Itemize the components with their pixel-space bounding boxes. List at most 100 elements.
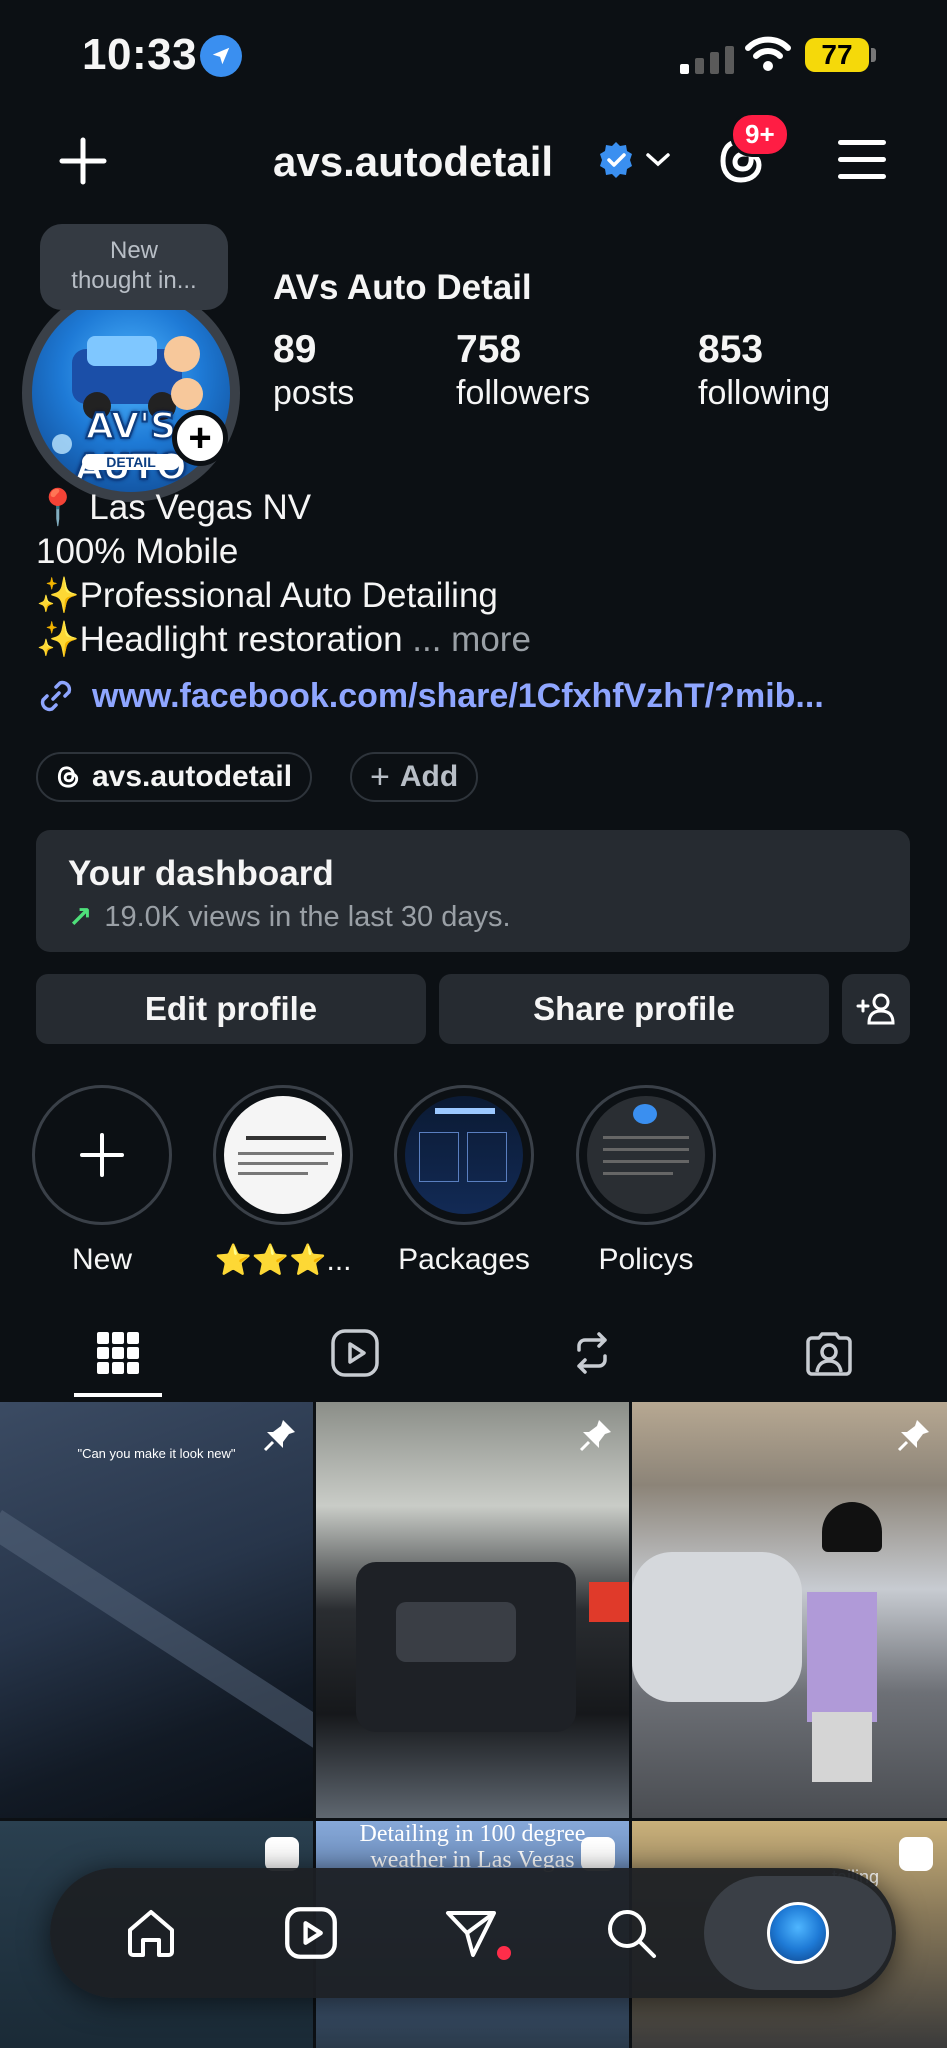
stat-following-value: 853 <box>698 328 764 371</box>
highlight-label: ⭐⭐⭐... <box>214 1244 352 1277</box>
add-link-chip[interactable]: + Add <box>350 752 479 802</box>
highlight-reviews[interactable]: ⭐⭐⭐... <box>213 1085 353 1278</box>
profile-tabs <box>0 1305 947 1401</box>
bio-line: 100% Mobile <box>36 532 239 571</box>
highlight-thumbnail <box>224 1096 342 1214</box>
threads-profile-chip[interactable]: avs.autodetail <box>36 752 313 802</box>
link-icon <box>40 680 72 712</box>
profile-avatar[interactable]: AV'S AUTO DETAIL <box>22 284 240 502</box>
grid-post[interactable] <box>316 1402 629 1818</box>
bio-more-link[interactable]: ... more <box>412 620 531 659</box>
notification-badge: 9+ <box>730 112 790 157</box>
cellular-signal-icon <box>680 44 734 74</box>
bio-line-text: ✨Headlight restoration <box>36 620 403 659</box>
dashboard-title: Your dashboard <box>68 854 334 893</box>
battery-indicator: 77 <box>805 38 869 72</box>
bottom-navigation <box>50 1868 896 1998</box>
reels-icon <box>331 1329 379 1377</box>
tab-reposts[interactable] <box>474 1305 710 1401</box>
highlight-circle <box>394 1085 534 1225</box>
account-switcher-username[interactable]: avs.autodetail <box>273 138 553 186</box>
highlight-policys[interactable]: Policys <box>576 1085 716 1277</box>
stat-following-label: following <box>698 374 831 412</box>
bio-line-last: ✨Headlight restoration ... more <box>36 618 531 662</box>
highlight-label: Policys <box>598 1243 694 1276</box>
threads-chip-label: avs.autodetail <box>92 760 293 793</box>
menu-icon[interactable] <box>838 140 886 191</box>
professional-dashboard[interactable]: Your dashboard ↗ 19.0K views in the last… <box>36 830 910 952</box>
chevron-down-icon[interactable] <box>644 150 672 175</box>
highlight-thumbnail <box>587 1096 705 1214</box>
nav-search[interactable] <box>566 1868 696 1998</box>
dashboard-subtitle: 19.0K views in the last 30 days. <box>104 901 511 933</box>
repost-icon <box>577 1332 607 1374</box>
grid-icon <box>97 1332 139 1374</box>
thought-bubble-line2: thought in... <box>71 267 197 294</box>
stat-posts[interactable]: 89 posts <box>273 328 354 413</box>
nav-home[interactable] <box>86 1868 216 1998</box>
plus-icon: + <box>370 757 390 796</box>
pin-icon <box>895 1416 933 1459</box>
grid-post[interactable]: "Can you make it look new" <box>0 1402 313 1818</box>
website-link[interactable]: www.facebook.com/share/1CfxhfVzhT/?mib..… <box>36 676 824 716</box>
home-icon <box>128 1910 174 1957</box>
bio-line: ✨Professional Auto Detailing <box>36 576 498 615</box>
tab-grid[interactable] <box>0 1305 236 1401</box>
tab-reels[interactable] <box>237 1305 473 1401</box>
threads-small-icon <box>57 766 79 788</box>
highlight-circle <box>576 1085 716 1225</box>
send-icon <box>446 1911 496 1957</box>
edit-profile-button[interactable]: Edit profile <box>36 974 426 1044</box>
tab-tagged[interactable] <box>711 1305 947 1401</box>
highlight-thumbnail <box>405 1096 523 1214</box>
nav-reels[interactable] <box>246 1868 376 1998</box>
highlight-new[interactable]: New <box>32 1085 172 1277</box>
share-profile-button[interactable]: Share profile <box>439 974 829 1044</box>
nav-direct-messages[interactable] <box>406 1868 536 1998</box>
add-story-button[interactable]: + <box>172 410 228 466</box>
stat-following[interactable]: 853 following <box>698 328 830 413</box>
highlight-packages[interactable]: Packages <box>394 1085 534 1277</box>
stat-followers-label: followers <box>456 374 591 412</box>
battery-tip <box>871 48 876 62</box>
bio-line: 📍 Las Vegas NV <box>36 488 312 527</box>
new-highlight-circle <box>32 1085 172 1225</box>
active-tab-indicator <box>74 1393 162 1397</box>
trend-up-icon: ↗ <box>68 902 93 934</box>
wifi-icon <box>745 36 791 77</box>
reel-icon <box>265 1837 299 1871</box>
nav-avatar <box>767 1902 829 1964</box>
bio: 📍 Las Vegas NV 100% Mobile ✨Professional… <box>36 486 531 662</box>
status-time: 10:33 <box>82 30 198 79</box>
stat-posts-label: posts <box>273 374 355 412</box>
website-link-text: www.facebook.com/share/1CfxhfVzhT/?mib..… <box>92 676 824 715</box>
highlight-circle <box>213 1085 353 1225</box>
location-icon <box>200 35 242 77</box>
add-chip-label: Add <box>399 760 459 793</box>
highlight-label: Packages <box>398 1243 530 1276</box>
stat-posts-value: 89 <box>273 328 317 371</box>
avatar-logo-subtext: DETAIL <box>82 454 180 470</box>
dashboard-subtitle-row: ↗ 19.0K views in the last 30 days. <box>68 900 878 935</box>
create-plus-icon[interactable] <box>58 136 108 186</box>
tagged-person-icon <box>806 1332 852 1376</box>
nav-profile[interactable] <box>704 1876 892 1990</box>
display-name: AVs Auto Detail <box>273 268 532 307</box>
unread-dot <box>497 1946 511 1960</box>
highlight-label: New <box>71 1243 132 1276</box>
verified-badge-icon <box>596 140 636 185</box>
reels-icon <box>285 1907 337 1959</box>
grid-post[interactable] <box>632 1402 947 1818</box>
thought-bubble-line1: New <box>109 237 158 264</box>
stat-followers-value: 758 <box>456 328 522 371</box>
thought-bubble[interactable]: New thought in... <box>40 224 228 310</box>
add-person-icon <box>856 993 895 1025</box>
search-icon <box>608 1910 656 1958</box>
reel-icon <box>581 1837 615 1871</box>
stat-followers[interactable]: 758 followers <box>456 328 590 413</box>
plus-icon <box>80 1133 124 1177</box>
pin-icon <box>261 1416 299 1459</box>
reel-icon <box>899 1837 933 1871</box>
pin-icon <box>577 1416 615 1459</box>
discover-people-button[interactable] <box>842 974 910 1044</box>
